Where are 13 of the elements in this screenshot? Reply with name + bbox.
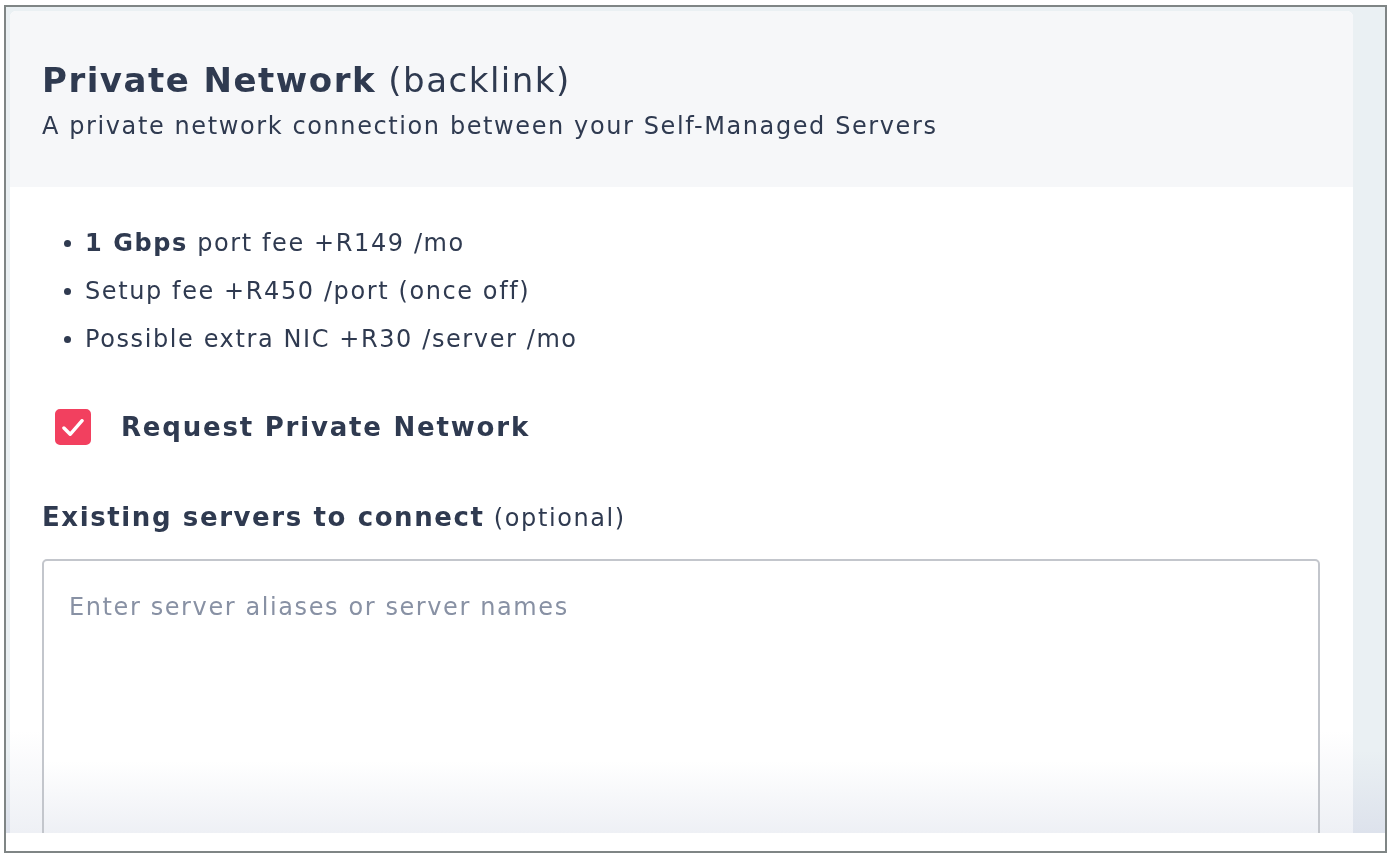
feature-item: 1 Gbps port fee +R149 /mo <box>85 228 465 259</box>
card-subtitle: A private network connection between your Self-Managed Servers <box>42 111 939 142</box>
checkbox[interactable] <box>55 409 91 445</box>
feature-item: Possible extra NIC +R30 /server /mo <box>85 324 578 355</box>
bullet-icon <box>64 335 71 343</box>
checkbox-label[interactable]: Request Private Network <box>121 409 530 445</box>
field-label: Existing servers to connect (optional) <box>42 501 627 534</box>
checkmark-icon <box>62 418 84 436</box>
servers-textarea[interactable]: Enter server aliases or server names <box>42 559 1320 833</box>
bullet-icon <box>64 239 71 247</box>
bullet-icon <box>64 287 71 295</box>
feature-item: Setup fee +R450 /port (once off) <box>85 276 531 307</box>
card-title: Private Network (backlink) <box>42 59 572 102</box>
